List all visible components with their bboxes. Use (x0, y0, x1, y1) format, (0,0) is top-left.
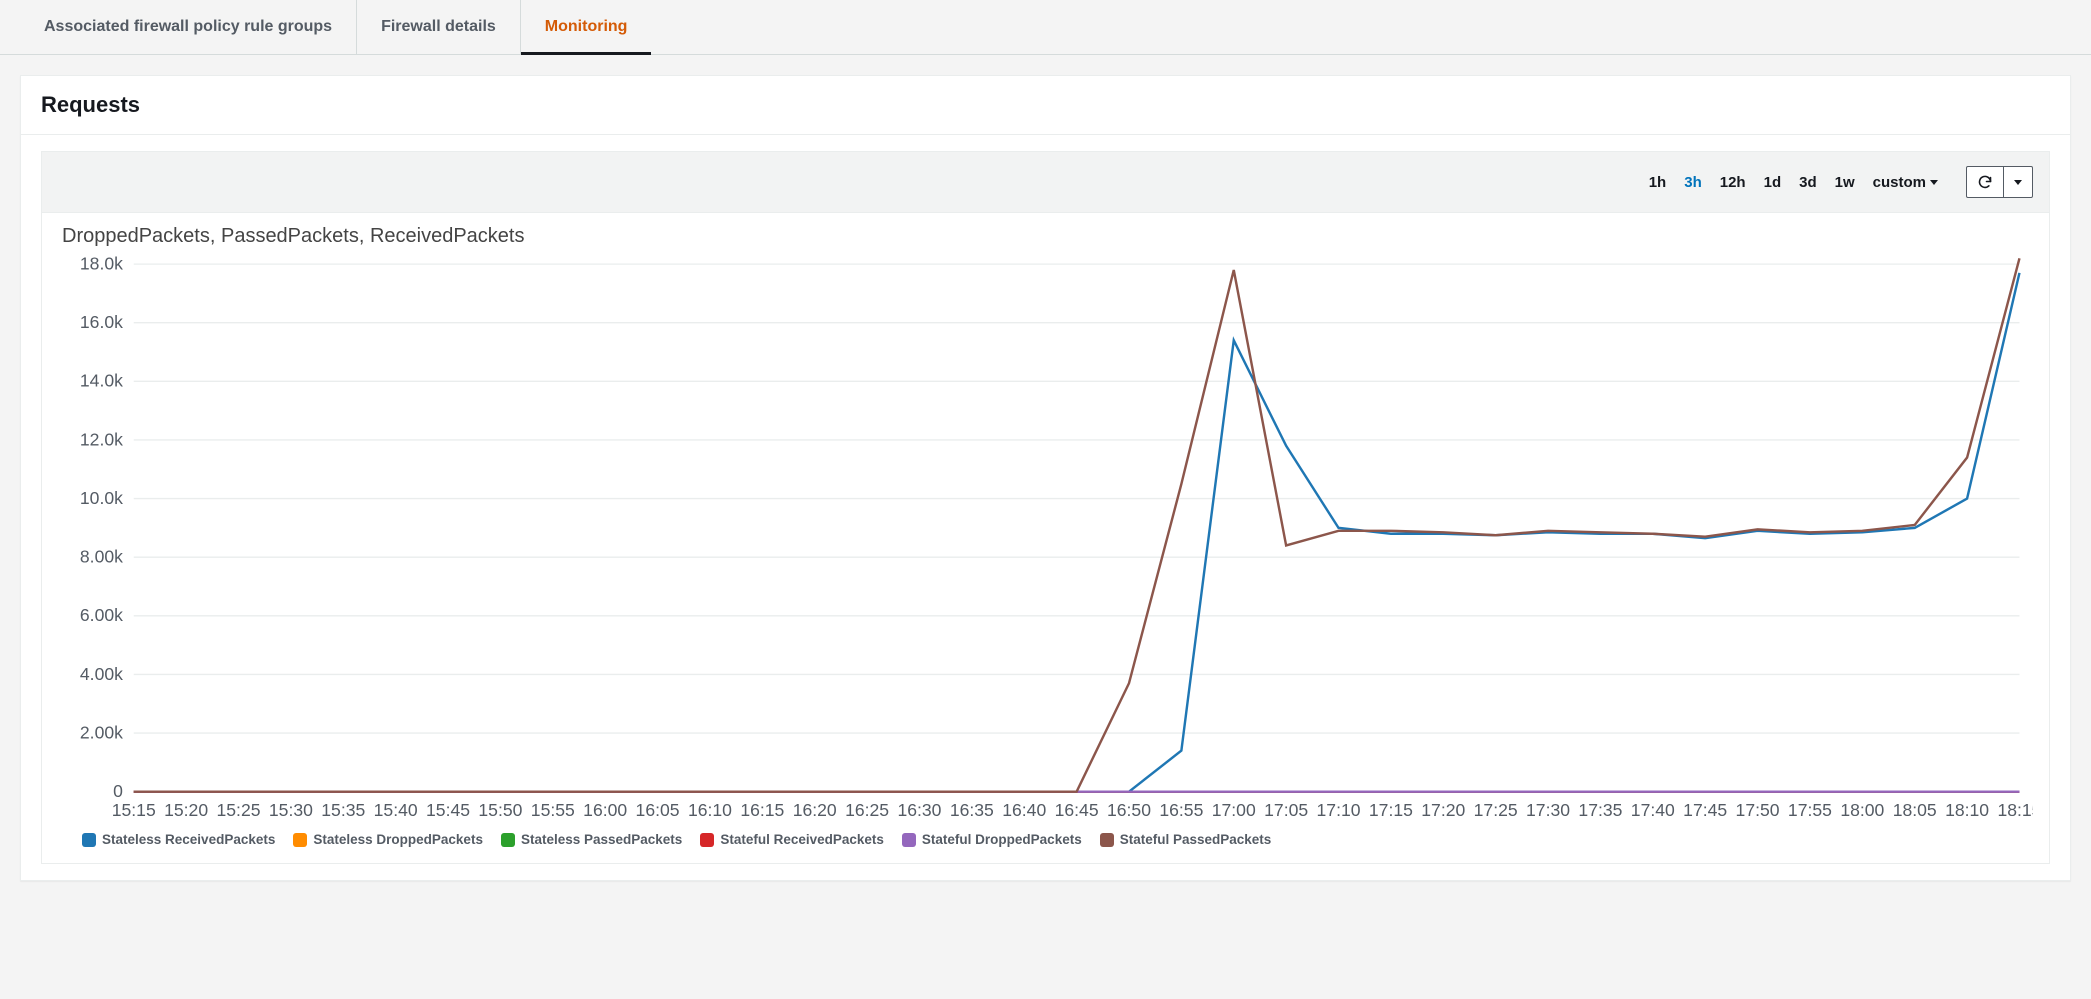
legend-label: Stateful ReceivedPackets (720, 832, 884, 847)
svg-text:16:50: 16:50 (1107, 800, 1151, 820)
svg-text:15:55: 15:55 (531, 800, 575, 820)
svg-text:17:10: 17:10 (1317, 800, 1361, 820)
svg-text:17:25: 17:25 (1474, 800, 1518, 820)
svg-text:16:10: 16:10 (688, 800, 732, 820)
svg-text:15:20: 15:20 (164, 800, 208, 820)
legend-swatch (1100, 833, 1114, 847)
svg-text:18:15: 18:15 (1997, 800, 2033, 820)
svg-text:17:55: 17:55 (1788, 800, 1832, 820)
range-1w[interactable]: 1w (1835, 174, 1855, 191)
svg-text:16:55: 16:55 (1159, 800, 1203, 820)
svg-text:18:00: 18:00 (1840, 800, 1884, 820)
svg-text:16:20: 16:20 (793, 800, 837, 820)
svg-text:17:45: 17:45 (1683, 800, 1727, 820)
legend-label: Stateless PassedPackets (521, 832, 682, 847)
svg-text:16:40: 16:40 (1002, 800, 1046, 820)
range-3d[interactable]: 3d (1799, 174, 1817, 191)
svg-text:8.00k: 8.00k (80, 547, 123, 567)
svg-text:18:10: 18:10 (1945, 800, 1989, 820)
time-range-selector: 1h 3h 12h 1d 3d 1w custom (1649, 174, 1938, 191)
legend-item[interactable]: Stateful DroppedPackets (902, 832, 1082, 847)
legend-item[interactable]: Stateful PassedPackets (1100, 832, 1272, 847)
range-custom[interactable]: custom (1873, 174, 1938, 191)
legend-item[interactable]: Stateful ReceivedPackets (700, 832, 884, 847)
svg-text:16:15: 16:15 (740, 800, 784, 820)
caret-down-icon (2014, 180, 2022, 185)
tabs-bar: Associated firewall policy rule groups F… (0, 0, 2091, 55)
chart-legend: Stateless ReceivedPackets Stateless Dropp… (42, 824, 2049, 863)
svg-text:16.0k: 16.0k (80, 312, 123, 332)
legend-label: Stateless DroppedPackets (313, 832, 483, 847)
chart-title: DroppedPackets, PassedPackets, ReceivedP… (42, 213, 2049, 252)
svg-text:16:35: 16:35 (950, 800, 994, 820)
svg-text:17:05: 17:05 (1264, 800, 1308, 820)
svg-text:15:15: 15:15 (112, 800, 156, 820)
svg-text:6.00k: 6.00k (80, 605, 123, 625)
legend-swatch (902, 833, 916, 847)
svg-text:15:35: 15:35 (321, 800, 365, 820)
svg-text:10.0k: 10.0k (80, 488, 123, 508)
range-1d[interactable]: 1d (1764, 174, 1782, 191)
chart-toolbar: 1h 3h 12h 1d 3d 1w custom (42, 152, 2049, 213)
svg-text:16:45: 16:45 (1055, 800, 1099, 820)
caret-down-icon (1930, 180, 1938, 185)
svg-text:17:20: 17:20 (1421, 800, 1465, 820)
page-title: Requests (41, 92, 2050, 118)
svg-text:16:30: 16:30 (897, 800, 941, 820)
svg-text:14.0k: 14.0k (80, 371, 123, 391)
svg-text:12.0k: 12.0k (80, 429, 123, 449)
legend-label: Stateful DroppedPackets (922, 832, 1082, 847)
range-12h[interactable]: 12h (1720, 174, 1746, 191)
svg-text:15:50: 15:50 (478, 800, 522, 820)
refresh-button[interactable] (1966, 166, 2004, 198)
svg-text:17:40: 17:40 (1631, 800, 1675, 820)
svg-text:15:45: 15:45 (426, 800, 470, 820)
range-custom-label: custom (1873, 174, 1926, 191)
legend-item[interactable]: Stateless PassedPackets (501, 832, 682, 847)
svg-text:17:50: 17:50 (1736, 800, 1780, 820)
svg-text:18:05: 18:05 (1893, 800, 1937, 820)
svg-text:16:05: 16:05 (636, 800, 680, 820)
svg-text:15:30: 15:30 (269, 800, 313, 820)
range-1h[interactable]: 1h (1649, 174, 1667, 191)
svg-text:17:00: 17:00 (1212, 800, 1256, 820)
legend-label: Stateless ReceivedPackets (102, 832, 275, 847)
legend-item[interactable]: Stateless ReceivedPackets (82, 832, 275, 847)
svg-text:2.00k: 2.00k (80, 722, 123, 742)
refresh-menu-button[interactable] (2004, 166, 2033, 198)
svg-text:4.00k: 4.00k (80, 664, 123, 684)
refresh-icon (1977, 174, 1993, 190)
svg-text:17:15: 17:15 (1369, 800, 1413, 820)
requests-panel: Requests 1h 3h 12h 1d 3d 1w custom (20, 75, 2071, 881)
svg-text:18.0k: 18.0k (80, 256, 123, 274)
svg-text:0: 0 (113, 781, 123, 801)
range-3h[interactable]: 3h (1684, 174, 1702, 191)
legend-label: Stateful PassedPackets (1120, 832, 1272, 847)
svg-text:16:00: 16:00 (583, 800, 627, 820)
svg-text:16:25: 16:25 (845, 800, 889, 820)
svg-text:15:40: 15:40 (374, 800, 418, 820)
tab-monitoring[interactable]: Monitoring (521, 0, 652, 54)
svg-text:15:25: 15:25 (217, 800, 261, 820)
legend-swatch (82, 833, 96, 847)
plot-area: 0 2.00k 4.00k 6.00k 8.00k 10.0k 12.0k 14.0k 16.0… (42, 252, 2049, 824)
svg-text:17:30: 17:30 (1526, 800, 1570, 820)
svg-text:17:35: 17:35 (1578, 800, 1622, 820)
panel-header: Requests (21, 76, 2070, 135)
tab-firewall-details[interactable]: Firewall details (357, 0, 521, 54)
chart-container: 1h 3h 12h 1d 3d 1w custom (41, 151, 2050, 864)
legend-swatch (293, 833, 307, 847)
tab-associated[interactable]: Associated firewall policy rule groups (20, 0, 357, 54)
legend-item[interactable]: Stateless DroppedPackets (293, 832, 483, 847)
line-chart: 0 2.00k 4.00k 6.00k 8.00k 10.0k 12.0k 14.0k 16.0… (58, 256, 2033, 824)
legend-swatch (700, 833, 714, 847)
refresh-button-group (1966, 166, 2033, 198)
legend-swatch (501, 833, 515, 847)
